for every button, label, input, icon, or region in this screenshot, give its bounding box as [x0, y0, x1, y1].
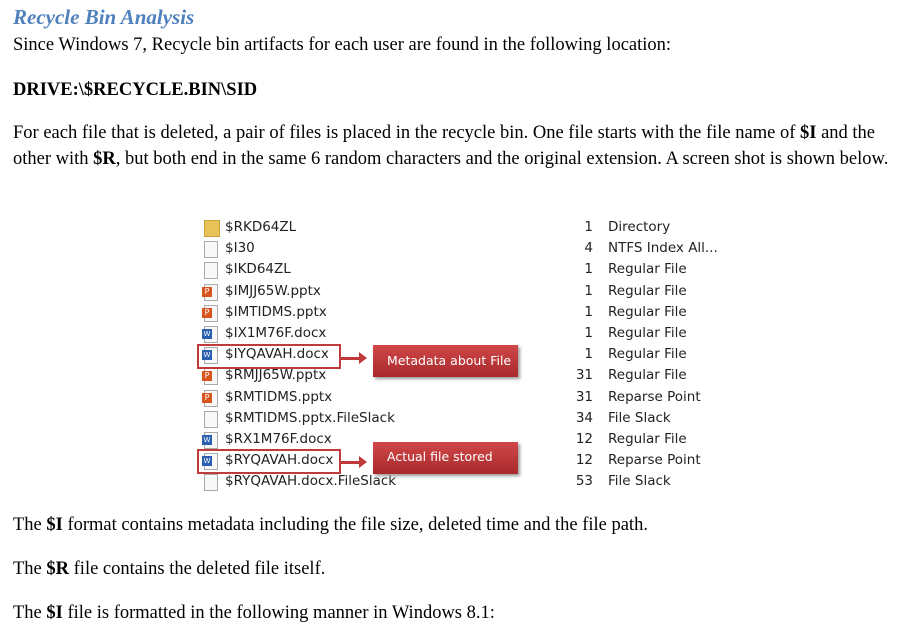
file-count: 1 [584, 303, 593, 320]
file-count: 1 [584, 261, 593, 278]
file-type: Regular File [608, 367, 687, 384]
powerpoint-icon [202, 304, 218, 322]
file-type: NTFS Index All... [608, 240, 718, 257]
file-icon [204, 262, 218, 280]
file-row[interactable]: $RYQAVAH.docx.FileSlack 53 File Slack [196, 472, 726, 493]
file-icon [204, 410, 218, 428]
i-file-format-text: The $I file is formatted in the followin… [13, 600, 913, 626]
text: $R [46, 559, 70, 579]
file-name: $RYQAVAH.docx.FileSlack [225, 473, 397, 490]
file-row[interactable]: $RKD64ZL 1 Directory [196, 218, 726, 239]
powerpoint-icon [202, 389, 218, 407]
file-name: $RMTIDMS.pptx [225, 388, 333, 405]
text: $I [46, 603, 63, 623]
text: , but both end in the same 6 random char… [115, 149, 889, 169]
file-name: $RMTIDMS.pptx.FileSlack [225, 409, 395, 426]
text: file is formatted in the following manne… [62, 603, 495, 623]
file-name: $IX1M76F.docx [225, 325, 327, 341]
file-type: File Slack [608, 409, 671, 426]
text: For each file that is deleted, a pair of… [13, 123, 800, 143]
text: format contains metadata including the f… [62, 515, 648, 535]
file-type: Regular File [608, 325, 687, 341]
file-row[interactable]: $IMJJ65W.pptx 1 Regular File [196, 282, 726, 303]
text: The [13, 515, 47, 535]
file-row[interactable]: $IMTIDMS.pptx 1 Regular File [196, 303, 726, 324]
file-name: $IMTIDMS.pptx [225, 303, 327, 320]
file-count: 31 [575, 367, 593, 384]
metadata-callout: Metadata about File [373, 345, 518, 377]
actual-file-callout: Actual file stored [373, 442, 518, 474]
i-format-text: The $I format contains metadata includin… [13, 512, 913, 538]
text: The [13, 559, 47, 579]
file-row[interactable]: $I30 4 NTFS Index All... [196, 239, 726, 260]
file-row[interactable]: $IKD64ZL 1 Regular File [196, 260, 726, 281]
file-type: Regular File [608, 431, 687, 447]
pair-description: For each file that is deleted, a pair of… [13, 120, 913, 172]
powerpoint-icon [202, 368, 218, 386]
file-name: $IKD64ZL [225, 261, 291, 278]
metadata-highlight-box [197, 344, 341, 369]
word-icon [202, 432, 218, 449]
recycle-bin-screenshot: $RKD64ZL 1 Directory $I30 4 NTFS Index A… [196, 216, 726, 498]
file-type: Regular File [608, 282, 687, 299]
file-count: 1 [584, 346, 593, 363]
file-icon [204, 474, 218, 492]
file-count: 4 [584, 240, 593, 257]
file-name: $IMJJ65W.pptx [225, 282, 321, 299]
folder-icon [204, 220, 220, 237]
file-name: $RKD64ZL [225, 219, 297, 235]
file-count: 1 [584, 325, 593, 341]
powerpoint-icon [202, 283, 218, 301]
text: $R [93, 149, 116, 169]
text: $I [46, 515, 63, 535]
section-title: Recycle Bin Analysis [13, 5, 195, 29]
file-count: 1 [584, 282, 593, 299]
word-icon [202, 326, 218, 343]
arrow-icon [341, 456, 367, 468]
text: file contains the deleted file itself. [69, 559, 326, 579]
file-type: File Slack [608, 473, 671, 490]
file-row[interactable]: $RMTIDMS.pptx.FileSlack 34 File Slack [196, 409, 726, 430]
file-count: 1 [584, 219, 593, 235]
text: $I [800, 123, 817, 143]
file-row[interactable]: $IX1M76F.docx 1 Regular File [196, 324, 726, 345]
file-name: $RMJJ65W.pptx [225, 367, 327, 384]
file-type: Directory [608, 219, 671, 235]
actual-file-highlight-box [197, 449, 341, 474]
file-count: 12 [575, 452, 593, 469]
recycle-bin-path: DRIVE:\$RECYCLE.BIN\SID [13, 80, 258, 100]
file-type: Reparse Point [608, 452, 701, 469]
file-count: 12 [575, 431, 593, 447]
arrow-icon [341, 352, 367, 364]
file-icon [204, 241, 218, 259]
file-name: $RX1M76F.docx [225, 431, 332, 447]
file-count: 31 [575, 388, 593, 405]
intro-text: Since Windows 7, Recycle bin artifacts f… [13, 35, 672, 55]
file-row[interactable]: $RMTIDMS.pptx 31 Reparse Point [196, 388, 726, 409]
file-count: 53 [575, 473, 593, 490]
file-name: $I30 [225, 240, 255, 257]
file-type: Regular File [608, 346, 687, 363]
file-type: Reparse Point [608, 388, 701, 405]
file-type: Regular File [608, 261, 687, 278]
file-type: Regular File [608, 303, 687, 320]
text: The [13, 603, 47, 623]
file-count: 34 [575, 409, 593, 426]
r-file-text: The $R file contains the deleted file it… [13, 556, 913, 582]
